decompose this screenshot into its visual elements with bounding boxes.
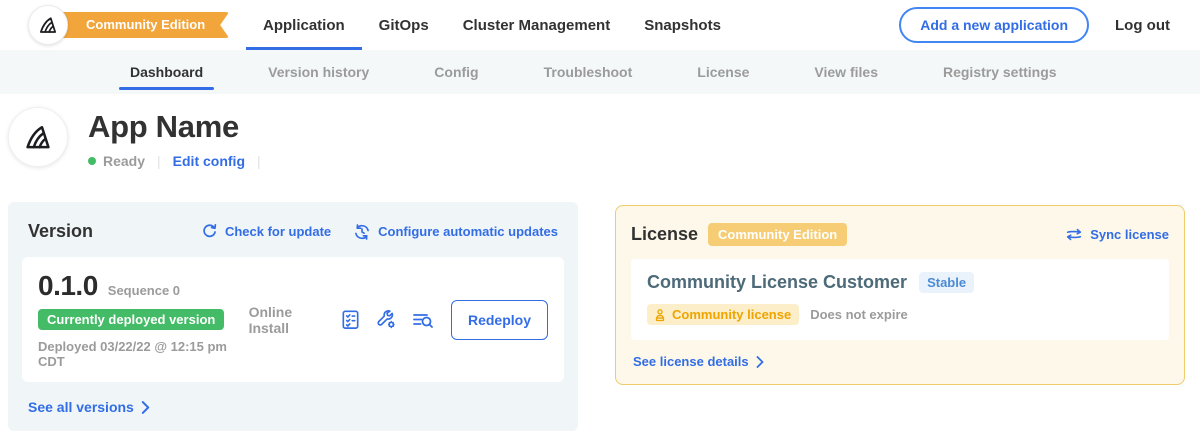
replicated-mark-icon (22, 121, 54, 153)
subtab-config[interactable]: Config (434, 64, 478, 80)
license-card-footer: See license details (631, 354, 1169, 369)
tab-gitops[interactable]: GitOps (362, 0, 446, 50)
auto-update-clock-icon (353, 223, 371, 241)
status-badge: Ready (103, 153, 145, 169)
license-type-label: Community license (672, 307, 791, 322)
config-wrench-icon[interactable] (375, 308, 398, 331)
currently-deployed-badge: Currently deployed version (38, 309, 224, 330)
deployed-version-panel: 0.1.0 Sequence 0 Currently deployed vers… (22, 257, 564, 382)
top-nav: Community Edition Application GitOps Clu… (0, 0, 1200, 50)
dashboard-cards: Version Check for update (0, 202, 1200, 431)
version-card: Version Check for update (8, 202, 578, 431)
license-type-badge: Community license (647, 304, 799, 325)
version-card-footer: See all versions (22, 399, 564, 415)
sync-license-link[interactable]: Sync license (1065, 227, 1169, 242)
version-actions: Online Install (249, 300, 548, 340)
view-diff-icon[interactable] (411, 308, 435, 332)
version-card-actions: Check for update Configure automatic upd… (201, 223, 558, 241)
subtab-view-files[interactable]: View files (814, 64, 878, 80)
subtab-registry-settings[interactable]: Registry settings (943, 64, 1057, 80)
replicated-mark-icon (37, 14, 59, 36)
tab-application[interactable]: Application (246, 0, 362, 50)
deployed-timestamp: Deployed 03/22/22 @ 12:15 pm CDT (38, 339, 249, 369)
top-nav-spacer (738, 0, 899, 50)
add-new-application-button[interactable]: Add a new application (899, 7, 1089, 43)
license-card: License Community Edition Sync license C… (615, 205, 1185, 385)
chevron-right-icon (756, 356, 764, 368)
app-header: App Name Ready | Edit config | (0, 94, 1200, 202)
install-type-label: Online Install (249, 304, 324, 336)
app-avatar (8, 107, 68, 167)
version-card-header: Version Check for update (22, 221, 564, 242)
tab-snapshots[interactable]: Snapshots (627, 0, 738, 50)
edit-config-link[interactable]: Edit config (173, 153, 245, 169)
configure-automatic-updates-link[interactable]: Configure automatic updates (353, 223, 558, 241)
redeploy-button[interactable]: Redeploy (451, 300, 548, 340)
replicated-logo (28, 5, 68, 45)
top-nav-links: Application GitOps Cluster Management Sn… (246, 0, 738, 50)
status-dot (88, 157, 96, 165)
meta-divider: | (157, 153, 161, 169)
subtab-version-history[interactable]: Version history (268, 64, 369, 80)
app-sub-nav: Dashboard Version history Config Trouble… (0, 50, 1200, 94)
chevron-right-icon (141, 401, 150, 414)
log-out-link[interactable]: Log out (1115, 17, 1170, 34)
brand-logo: Community Edition (28, 0, 220, 50)
tab-cluster-management[interactable]: Cluster Management (446, 0, 628, 50)
subtab-license[interactable]: License (697, 64, 749, 80)
community-edition-badge: Community Edition (708, 223, 847, 246)
see-license-details-link[interactable]: See license details (633, 354, 764, 369)
see-all-versions-link[interactable]: See all versions (28, 399, 150, 415)
meta-divider: | (257, 153, 261, 169)
customer-person-icon (653, 308, 667, 322)
version-number: 0.1.0 (38, 270, 98, 302)
configure-automatic-updates-label: Configure automatic updates (378, 224, 558, 239)
license-card-title: License (631, 224, 698, 245)
preflight-checks-icon[interactable] (339, 308, 362, 331)
license-details-panel: Community License Customer Stable Commun… (631, 259, 1169, 340)
subtab-troubleshoot[interactable]: Troubleshoot (544, 64, 633, 80)
customer-name: Community License Customer (647, 272, 907, 293)
app-meta-row: Ready | Edit config | (88, 153, 273, 169)
sequence-label: Sequence 0 (108, 283, 180, 298)
license-customer-row: Community License Customer Stable (647, 272, 1153, 293)
see-all-versions-label: See all versions (28, 399, 134, 415)
see-license-details-label: See license details (633, 354, 749, 369)
sync-license-label: Sync license (1090, 227, 1169, 242)
app-header-text: App Name Ready | Edit config | (88, 107, 273, 202)
license-type-row: Community license Does not expire (647, 304, 1153, 325)
sync-arrows-icon (1065, 227, 1083, 242)
license-card-header: License Community Edition Sync license (631, 223, 1169, 246)
channel-badge: Stable (919, 272, 974, 293)
version-row: 0.1.0 Sequence 0 (38, 270, 249, 302)
deployed-version-info: 0.1.0 Sequence 0 Currently deployed vers… (38, 270, 249, 369)
refresh-icon (201, 223, 218, 240)
subtab-dashboard[interactable]: Dashboard (130, 64, 203, 80)
expiry-label: Does not expire (810, 307, 908, 322)
community-edition-ribbon: Community Edition (44, 12, 229, 38)
version-card-title: Version (28, 221, 93, 242)
check-for-update-link[interactable]: Check for update (201, 223, 331, 241)
check-for-update-label: Check for update (225, 224, 331, 239)
page-title: App Name (88, 109, 273, 145)
